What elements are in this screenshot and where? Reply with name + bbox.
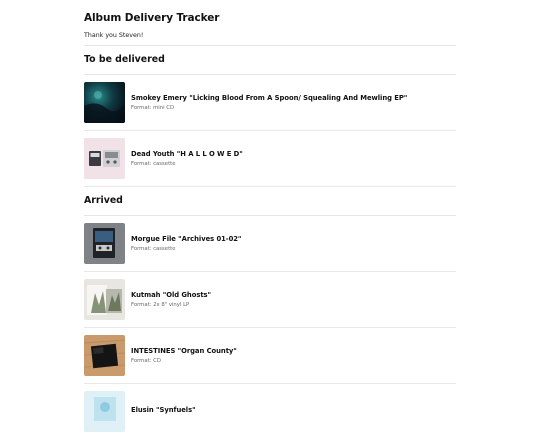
list-item[interactable]: INTESTINES "Organ County" Format: CD — [84, 328, 456, 384]
album-cover-vinyl-photo — [84, 279, 125, 320]
divider — [84, 45, 456, 46]
thanks-message: Thank you Steven! — [84, 32, 144, 39]
album-title: INTESTINES "Organ County" — [131, 347, 237, 355]
album-title: Smokey Emery "Licking Blood From A Spoon… — [131, 94, 408, 102]
album-cover-dark-teal — [84, 82, 125, 123]
album-title: Kutmah "Old Ghosts" — [131, 291, 212, 299]
list-item[interactable]: Smokey Emery "Licking Blood From A Spoon… — [84, 75, 456, 131]
album-format: Format: cassette — [131, 246, 176, 252]
section-title-to-be-delivered: To be delivered — [84, 54, 165, 65]
list-item[interactable]: Kutmah "Old Ghosts" Format: 2x 8" vinyl … — [84, 272, 456, 328]
section-title-arrived: Arrived — [84, 195, 123, 206]
album-title: Elusin "Synfuels" — [131, 406, 196, 414]
page-title: Album Delivery Tracker — [84, 12, 220, 24]
album-format: Format: cassette — [131, 161, 176, 167]
list-item[interactable]: Morgue File "Archives 01-02" Format: cas… — [84, 216, 456, 272]
album-title: Morgue File "Archives 01-02" — [131, 235, 242, 243]
album-cover-cassette-pink — [84, 138, 125, 179]
list-item[interactable]: Dead Youth "H A L L O W E D" Format: cas… — [84, 131, 456, 187]
album-cover-light-blue — [84, 391, 125, 432]
album-format: Format: mini CD — [131, 105, 175, 111]
album-title: Dead Youth "H A L L O W E D" — [131, 150, 243, 158]
album-cover-cd-wood — [84, 335, 125, 376]
page: Album Delivery Tracker Thank you Steven!… — [84, 12, 456, 439]
list-item[interactable]: Elusin "Synfuels" — [84, 384, 456, 439]
album-format: Format: 2x 8" vinyl LP — [131, 302, 190, 308]
album-format: Format: CD — [131, 358, 161, 364]
album-cover-cassette-grey — [84, 223, 125, 264]
